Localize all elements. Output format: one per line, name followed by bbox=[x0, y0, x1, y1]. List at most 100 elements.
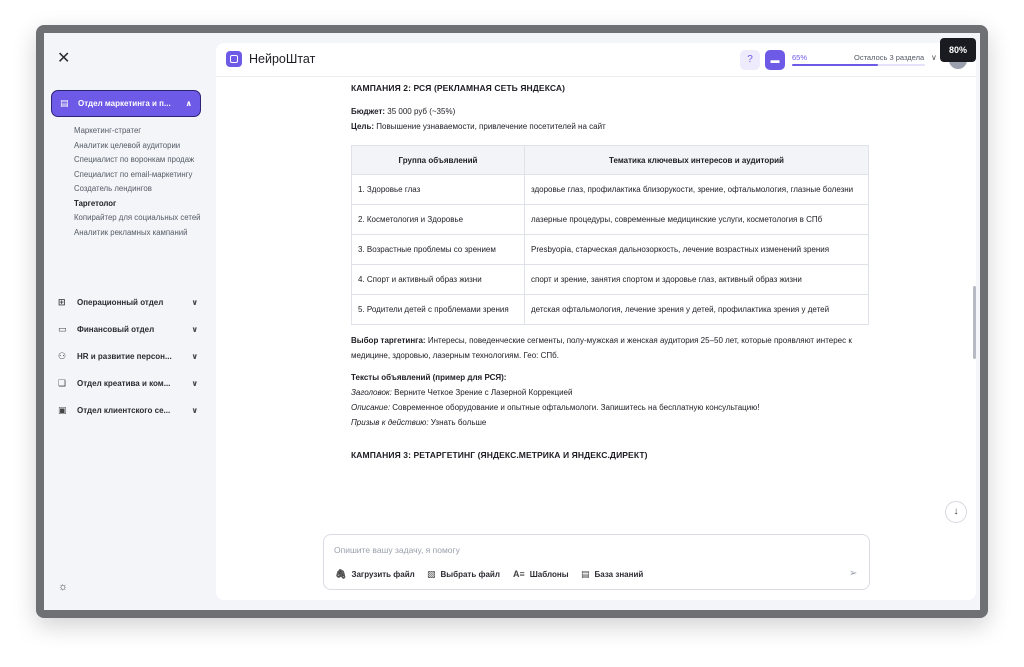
budget-line: Бюджет: 35 000 руб (~35%) bbox=[351, 104, 871, 119]
goal-line: Цель: Повышение узнаваемости, привлечени… bbox=[351, 119, 871, 134]
task-input[interactable] bbox=[334, 545, 834, 555]
ad-groups-table: Группа объявлений Тематика ключевых инте… bbox=[351, 145, 869, 325]
budget-label: Бюджет: bbox=[351, 107, 386, 116]
dept-finance[interactable]: ▭ Финансовый отдел ∨ bbox=[58, 322, 198, 336]
progress-remaining: Осталось 3 раздела bbox=[854, 53, 925, 62]
targeting-line: Выбор таргетинга: Интересы, поведенчески… bbox=[351, 333, 871, 363]
sidebar-subitem[interactable]: Специалист по воронкам продаж bbox=[74, 155, 204, 166]
table-row: 4. Спорт и активный образ жизни спорт и з… bbox=[351, 264, 869, 295]
text-icon: A≡ bbox=[513, 569, 525, 579]
knowledge-label: База знаний bbox=[594, 570, 644, 579]
goal-value: Повышение узнаваемости, привлечение посе… bbox=[374, 122, 606, 131]
budget-value: 35 000 руб (~35%) bbox=[385, 107, 456, 116]
table-cell: 3. Возрастные проблемы со зрением bbox=[351, 234, 525, 265]
table-cell: Presbyopia, старческая дальнозоркость, л… bbox=[524, 234, 869, 265]
paperclip-icon: 🖇 bbox=[335, 569, 347, 579]
headline-value: Верните Четкое Зрение с Лазерной Коррекц… bbox=[391, 388, 573, 397]
table-header-cell: Тематика ключевых интересов и аудиторий bbox=[524, 145, 869, 175]
cta-label: Призыв к действию: bbox=[351, 418, 429, 427]
knowledge-base-button[interactable]: ▤ База знаний bbox=[581, 569, 643, 580]
chevron-up-icon: ∧ bbox=[185, 99, 193, 108]
chevron-down-icon: ∨ bbox=[191, 324, 199, 334]
brand-name: НейроШтат bbox=[249, 52, 316, 66]
description-label: Описание: bbox=[351, 403, 391, 412]
upload-file-button[interactable]: 🖇 Загрузить файл bbox=[335, 569, 415, 580]
grid-icon: ⊞ bbox=[58, 296, 66, 307]
sidebar-subitem[interactable]: Таргетолог bbox=[74, 199, 204, 210]
dept-marketing[interactable]: ▤ Отдел маркетинга и п... ∧ bbox=[51, 90, 201, 117]
id-card-icon: ▣ bbox=[58, 404, 67, 415]
goal-label: Цель: bbox=[351, 122, 375, 131]
composer: 🖇 Загрузить файл ▧ Выбрать файл A≡ Шабло… bbox=[323, 534, 870, 590]
campaign-2-title: КАМПАНИЯ 2: РСЯ (РЕКЛАМНАЯ СЕТЬ ЯНДЕКСА) bbox=[351, 83, 566, 93]
sidebar-subitem[interactable]: Маркетинг-стратег bbox=[74, 126, 204, 137]
chevron-down-icon: ∨ bbox=[191, 405, 199, 415]
table-cell: здоровье глаз, профилактика близорукости… bbox=[524, 174, 869, 205]
table-cell: 4. Спорт и активный образ жизни bbox=[351, 264, 525, 295]
folder-icon: ▧ bbox=[427, 569, 436, 579]
dept-creative[interactable]: ❏ Отдел креатива и ком... ∨ bbox=[58, 376, 198, 390]
table-row: 5. Родители детей с проблемами зрения дет… bbox=[351, 294, 869, 325]
sidebar-subitem[interactable]: Аналитик целевой аудитории bbox=[74, 141, 204, 152]
targeting-label: Выбор таргетинга: bbox=[351, 336, 426, 345]
table-row: 1. Здоровье глаз здоровье глаз, профилакт… bbox=[351, 174, 869, 205]
cta-line: Призыв к действию: Узнать больше bbox=[351, 415, 871, 430]
ad-texts-block: Тексты объявлений (пример для РСЯ): bbox=[351, 370, 871, 385]
dept-label: Финансовый отдел bbox=[77, 324, 155, 334]
targeting-value: Интересы, поведенческие сегменты, полу-м… bbox=[351, 336, 852, 360]
table-cell: лазерные процедуры, современные медицинс… bbox=[524, 204, 869, 235]
marketing-subitems: Маркетинг-стратег Аналитик целевой аудито… bbox=[74, 126, 204, 242]
help-icon[interactable]: ? bbox=[740, 50, 760, 70]
sidebar-subitem[interactable]: Создатель лендингов bbox=[74, 184, 204, 195]
choose-file-button[interactable]: ▧ Выбрать файл bbox=[427, 569, 500, 580]
description-value: Современное оборудование и опытные офтал… bbox=[390, 403, 760, 412]
scroll-down-button[interactable]: ↓ bbox=[945, 501, 967, 523]
building-icon: ▤ bbox=[60, 98, 69, 108]
chevron-down-icon: ∨ bbox=[191, 378, 199, 388]
sidebar-subitem[interactable]: Специалист по email-маркетингу bbox=[74, 170, 204, 181]
logo-icon bbox=[226, 51, 242, 67]
dept-operations[interactable]: ⊞ Операционный отдел ∨ bbox=[58, 295, 198, 309]
scrollbar[interactable] bbox=[973, 286, 976, 359]
dept-client-service[interactable]: ▣ Отдел клиентского се... ∨ bbox=[58, 403, 198, 417]
chat-icon: ❏ bbox=[58, 377, 67, 388]
chevron-down-icon: ∨ bbox=[191, 297, 199, 307]
description-line: Описание: Современное оборудование и опы… bbox=[351, 400, 871, 415]
progress-bar bbox=[792, 64, 925, 66]
upload-label: Загрузить файл bbox=[351, 570, 415, 579]
templates-label: Шаблоны bbox=[529, 569, 569, 579]
send-icon[interactable]: ➢ bbox=[849, 568, 857, 579]
chevron-down-icon[interactable]: ∨ bbox=[931, 53, 937, 62]
book-icon: ▤ bbox=[581, 569, 590, 579]
users-icon: ⚇ bbox=[58, 350, 67, 361]
close-icon[interactable]: ✕ bbox=[57, 51, 71, 67]
cta-value: Узнать больше bbox=[428, 418, 487, 427]
dept-label: Отдел креатива и ком... bbox=[77, 378, 171, 388]
headline-label: Заголовок: bbox=[351, 388, 392, 397]
sun-icon[interactable]: ☼ bbox=[58, 581, 68, 593]
table-cell: 5. Родители детей с проблемами зрения bbox=[351, 294, 525, 325]
dept-label: HR и развитие персон... bbox=[77, 351, 172, 361]
choose-label: Выбрать файл bbox=[440, 570, 500, 579]
book-icon[interactable]: ▬ bbox=[765, 50, 785, 70]
campaign-3-title: КАМПАНИЯ 3: РЕТАРГЕТИНГ (ЯНДЕКС.МЕТРИКА … bbox=[351, 450, 648, 460]
dept-hr[interactable]: ⚇ HR и развитие персон... ∨ bbox=[58, 349, 198, 363]
wallet-icon: ▭ bbox=[58, 323, 67, 334]
dept-label: Операционный отдел bbox=[77, 297, 164, 307]
top-bar: НейроШтат ? ▬ 65% Осталось 3 раздела ∨ bbox=[216, 43, 976, 77]
dept-label: Отдел маркетинга и п... bbox=[78, 99, 171, 108]
app-screen: ✕ ▤ Отдел маркетинга и п... ∧ Маркетинг-… bbox=[44, 33, 980, 610]
main-panel: НейроШтат ? ▬ 65% Осталось 3 раздела ∨ К… bbox=[216, 43, 976, 600]
templates-button[interactable]: A≡ Шаблоны bbox=[513, 569, 569, 579]
table-row: 3. Возрастные проблемы со зрением Presbyo… bbox=[351, 234, 869, 265]
sidebar-subitem[interactable]: Аналитик рекламных кампаний bbox=[74, 228, 204, 239]
sidebar-subitem[interactable]: Копирайтер для социальных сетей bbox=[74, 213, 204, 224]
table-row: 2. Косметология и Здоровье лазерные проце… bbox=[351, 204, 869, 235]
progress-percent: 65% bbox=[792, 53, 808, 62]
zoom-badge: 80% bbox=[940, 38, 976, 62]
table-cell: 2. Косметология и Здоровье bbox=[351, 204, 525, 235]
chevron-down-icon: ∨ bbox=[191, 351, 199, 361]
headline-line: Заголовок: Верните Четкое Зрение с Лазер… bbox=[351, 385, 871, 400]
dept-label: Отдел клиентского се... bbox=[77, 405, 171, 415]
ad-texts-label: Тексты объявлений (пример для РСЯ): bbox=[351, 373, 507, 382]
